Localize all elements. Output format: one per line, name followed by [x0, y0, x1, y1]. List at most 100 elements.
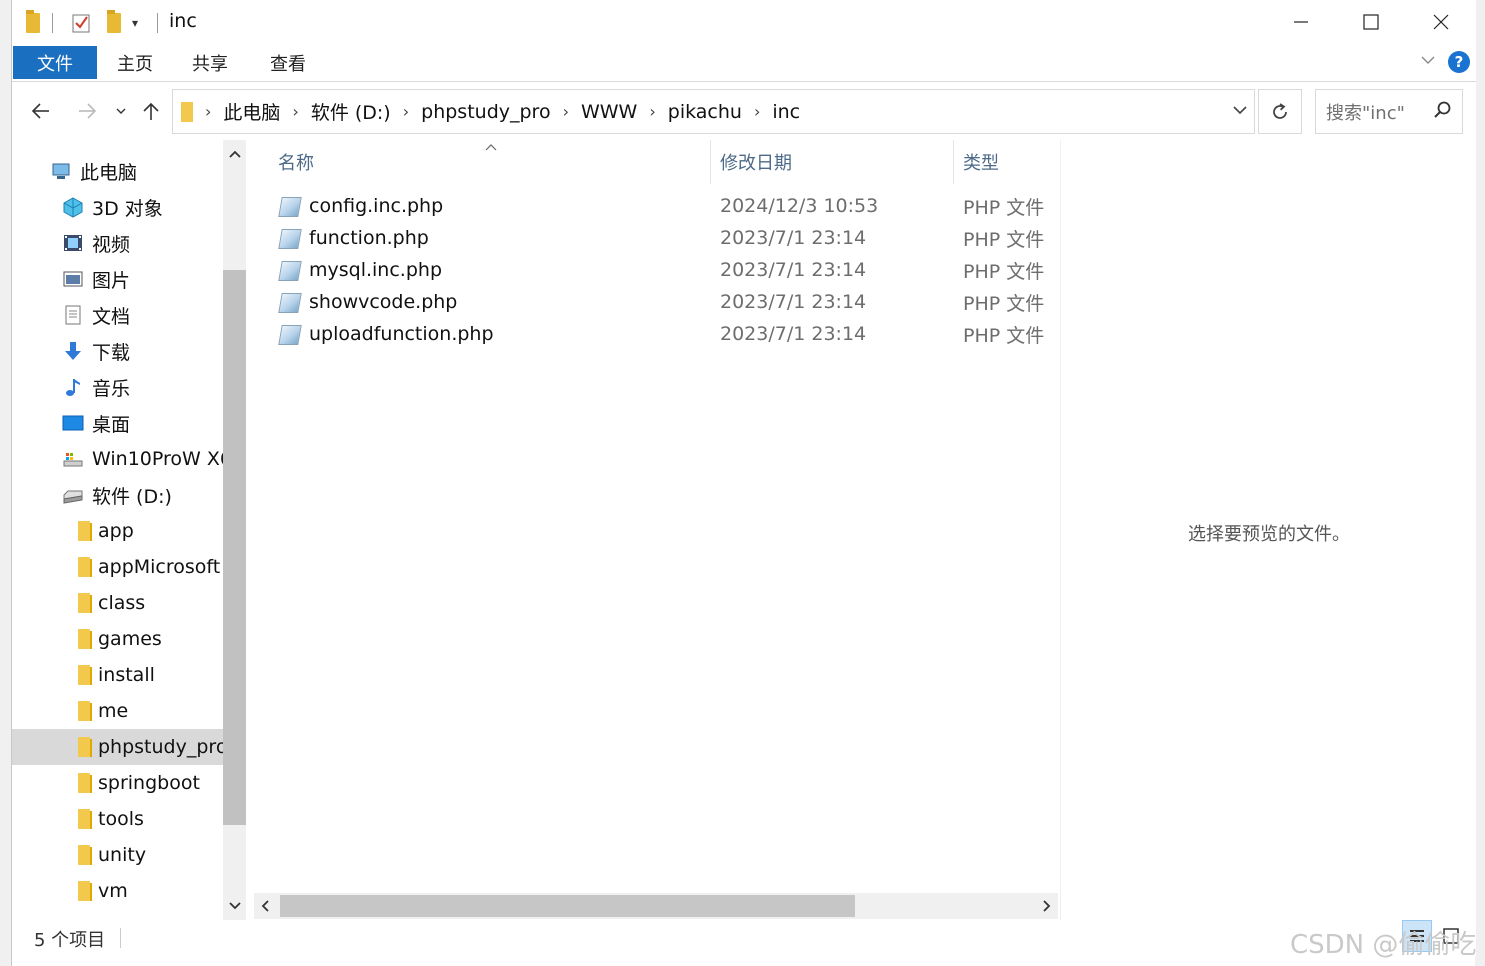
file-name-cell: uploadfunction.php — [278, 318, 494, 350]
up-button[interactable] — [136, 96, 166, 126]
breadcrumb-pikachu[interactable]: pikachu — [668, 101, 742, 123]
sidebar-item-phpstudy-pro[interactable]: phpstudy_pro — [12, 729, 227, 765]
sidebar-item-music[interactable]: 音乐 — [62, 369, 130, 405]
chevron-right-icon[interactable]: › — [563, 102, 569, 121]
sidebar-item-tools[interactable]: tools — [78, 801, 144, 837]
column-header-type[interactable]: 类型 — [963, 140, 999, 184]
file-date: 2023/7/1 23:14 — [720, 291, 867, 313]
folder-icon — [78, 593, 92, 613]
column-header-name[interactable]: 名称 — [278, 140, 314, 184]
help-button[interactable]: ? — [1448, 51, 1470, 73]
sidebar-item-springboot[interactable]: springboot — [78, 765, 200, 801]
status-bar: 5 个项目 — [12, 920, 1476, 956]
breadcrumb-drive-d[interactable]: 软件 (D:) — [311, 98, 391, 125]
sidebar-item-vm[interactable]: vm — [78, 873, 128, 909]
file-row[interactable]: config.inc.php 2024/12/3 10:53 PHP 文件 — [252, 190, 1060, 222]
title-bar: ▾ inc — [12, 0, 1476, 44]
sidebar-item-label: Win10ProW X6 — [92, 448, 232, 470]
minimize-button[interactable] — [1266, 0, 1336, 44]
file-row[interactable]: function.php 2023/7/1 23:14 PHP 文件 — [252, 222, 1060, 254]
navigation-pane-scrollbar[interactable] — [223, 140, 246, 920]
column-divider[interactable] — [710, 140, 711, 184]
sidebar-item-appmicrosoft[interactable]: appMicrosoft — [78, 549, 220, 585]
sidebar-item-label: 图片 — [92, 269, 131, 292]
file-row[interactable]: mysql.inc.php 2023/7/1 23:14 PHP 文件 — [252, 254, 1060, 286]
file-row[interactable]: uploadfunction.php 2023/7/1 23:14 PHP 文件 — [252, 318, 1060, 350]
chevron-right-icon[interactable]: › — [292, 102, 298, 121]
sidebar-item-video[interactable]: 视频 — [62, 225, 130, 261]
status-divider — [120, 928, 121, 948]
sidebar-item-this-pc[interactable]: 此电脑 — [50, 153, 137, 189]
file-name: config.inc.php — [309, 195, 444, 217]
tab-share[interactable]: 共享 — [182, 46, 238, 79]
sidebar-item-documents[interactable]: 文档 — [62, 297, 130, 333]
properties-check-icon[interactable] — [70, 10, 92, 36]
sidebar-item-label: app — [98, 520, 134, 542]
sidebar-item-downloads[interactable]: 下载 — [62, 333, 130, 369]
tab-view[interactable]: 查看 — [260, 46, 316, 79]
tab-file[interactable]: 文件 — [13, 46, 97, 79]
sidebar-item-drive-d[interactable]: 软件 (D:) — [62, 477, 172, 513]
breadcrumb-inc[interactable]: inc — [772, 101, 800, 123]
sidebar-item-label: games — [98, 628, 162, 650]
scrollbar-thumb[interactable] — [280, 895, 855, 917]
file-type: PHP 文件 — [963, 292, 1045, 315]
sidebar-item-label: unity — [98, 844, 147, 866]
file-row[interactable]: showvcode.php 2023/7/1 23:14 PHP 文件 — [252, 286, 1060, 318]
breadcrumb-phpstudy-pro[interactable]: phpstudy_pro — [421, 101, 550, 123]
chevron-right-icon[interactable]: › — [649, 102, 655, 121]
sidebar-item-label: 此电脑 — [80, 161, 138, 184]
drive-icon — [63, 490, 83, 504]
refresh-button[interactable] — [1258, 89, 1302, 134]
quick-access-folder-icon[interactable] — [26, 10, 40, 36]
scroll-right-chevron-icon[interactable] — [1034, 893, 1058, 919]
ribbon-tabs: 文件 主页 共享 查看 ? — [12, 44, 1476, 82]
folder-icon — [78, 773, 92, 793]
breadcrumb-www[interactable]: WWW — [581, 101, 637, 123]
file-name-cell: function.php — [278, 222, 429, 254]
file-list-horizontal-scrollbar[interactable] — [254, 893, 1058, 919]
address-folder-icon — [181, 101, 193, 122]
expand-ribbon-chevron-icon[interactable] — [1420, 52, 1436, 72]
recent-locations-chevron-icon[interactable] — [106, 96, 136, 126]
chevron-right-icon[interactable]: › — [754, 102, 760, 121]
sidebar-item-pictures[interactable]: 图片 — [62, 261, 130, 297]
sidebar-item-desktop[interactable]: 桌面 — [62, 405, 130, 441]
close-button[interactable] — [1406, 0, 1476, 44]
scroll-left-chevron-icon[interactable] — [254, 893, 278, 919]
file-name-cell: mysql.inc.php — [278, 254, 442, 286]
column-header-date[interactable]: 修改日期 — [720, 140, 792, 184]
scroll-down-chevron-icon[interactable] — [223, 890, 246, 920]
pictures-icon — [63, 271, 83, 287]
sidebar-item-system-drive[interactable]: Win10ProW X6 — [62, 441, 232, 477]
address-bar[interactable]: › 此电脑 › 软件 (D:) › phpstudy_pro › WWW › p… — [172, 89, 1255, 134]
folder-icon — [78, 845, 92, 865]
scrollbar-thumb[interactable] — [223, 270, 246, 825]
address-history-chevron-icon[interactable] — [1232, 102, 1248, 122]
chevron-right-icon[interactable]: › — [205, 102, 211, 121]
chevron-right-icon[interactable]: › — [403, 102, 409, 121]
breadcrumb-this-pc[interactable]: 此电脑 — [223, 98, 280, 125]
sidebar-item-3d-objects[interactable]: 3D 对象 — [62, 189, 163, 225]
scroll-up-chevron-icon[interactable] — [223, 140, 246, 170]
sidebar-item-unity[interactable]: unity — [78, 837, 146, 873]
sidebar-item-me[interactable]: me — [78, 693, 128, 729]
new-folder-icon[interactable] — [107, 10, 121, 36]
sidebar-item-games[interactable]: games — [78, 621, 162, 657]
search-icon[interactable] — [1432, 100, 1452, 120]
forward-button[interactable] — [72, 96, 102, 126]
column-divider[interactable] — [953, 140, 954, 184]
customize-toolbar-chevron-icon[interactable]: ▾ — [132, 10, 138, 36]
back-button[interactable] — [26, 96, 56, 126]
sidebar-item-label: class — [98, 592, 146, 614]
sidebar-item-app[interactable]: app — [78, 513, 134, 549]
tab-home[interactable]: 主页 — [107, 46, 163, 79]
search-input[interactable]: 搜索"inc" — [1315, 89, 1463, 134]
php-file-icon — [278, 259, 300, 281]
sidebar-item-install[interactable]: install — [78, 657, 155, 693]
maximize-button[interactable] — [1336, 0, 1406, 44]
sidebar-item-class[interactable]: class — [78, 585, 145, 621]
sidebar-item-label: 音乐 — [92, 377, 131, 400]
folder-icon — [78, 701, 92, 721]
folder-icon — [78, 557, 92, 577]
